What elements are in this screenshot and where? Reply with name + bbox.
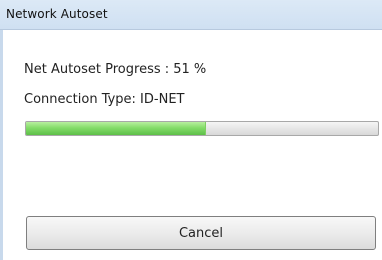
window-left-border xyxy=(0,30,3,260)
connection-type-text: Connection Type: ID-NET xyxy=(24,92,185,107)
progress-bar-fill xyxy=(26,122,206,135)
window-title: Network Autoset xyxy=(6,7,108,21)
network-autoset-window: Network Autoset Net Autoset Progress : 5… xyxy=(0,0,382,260)
title-bar: Network Autoset xyxy=(0,0,382,30)
progress-bar xyxy=(25,121,379,136)
progress-status-text: Net Autoset Progress : 51 % xyxy=(24,62,207,77)
cancel-button[interactable]: Cancel xyxy=(26,216,376,250)
